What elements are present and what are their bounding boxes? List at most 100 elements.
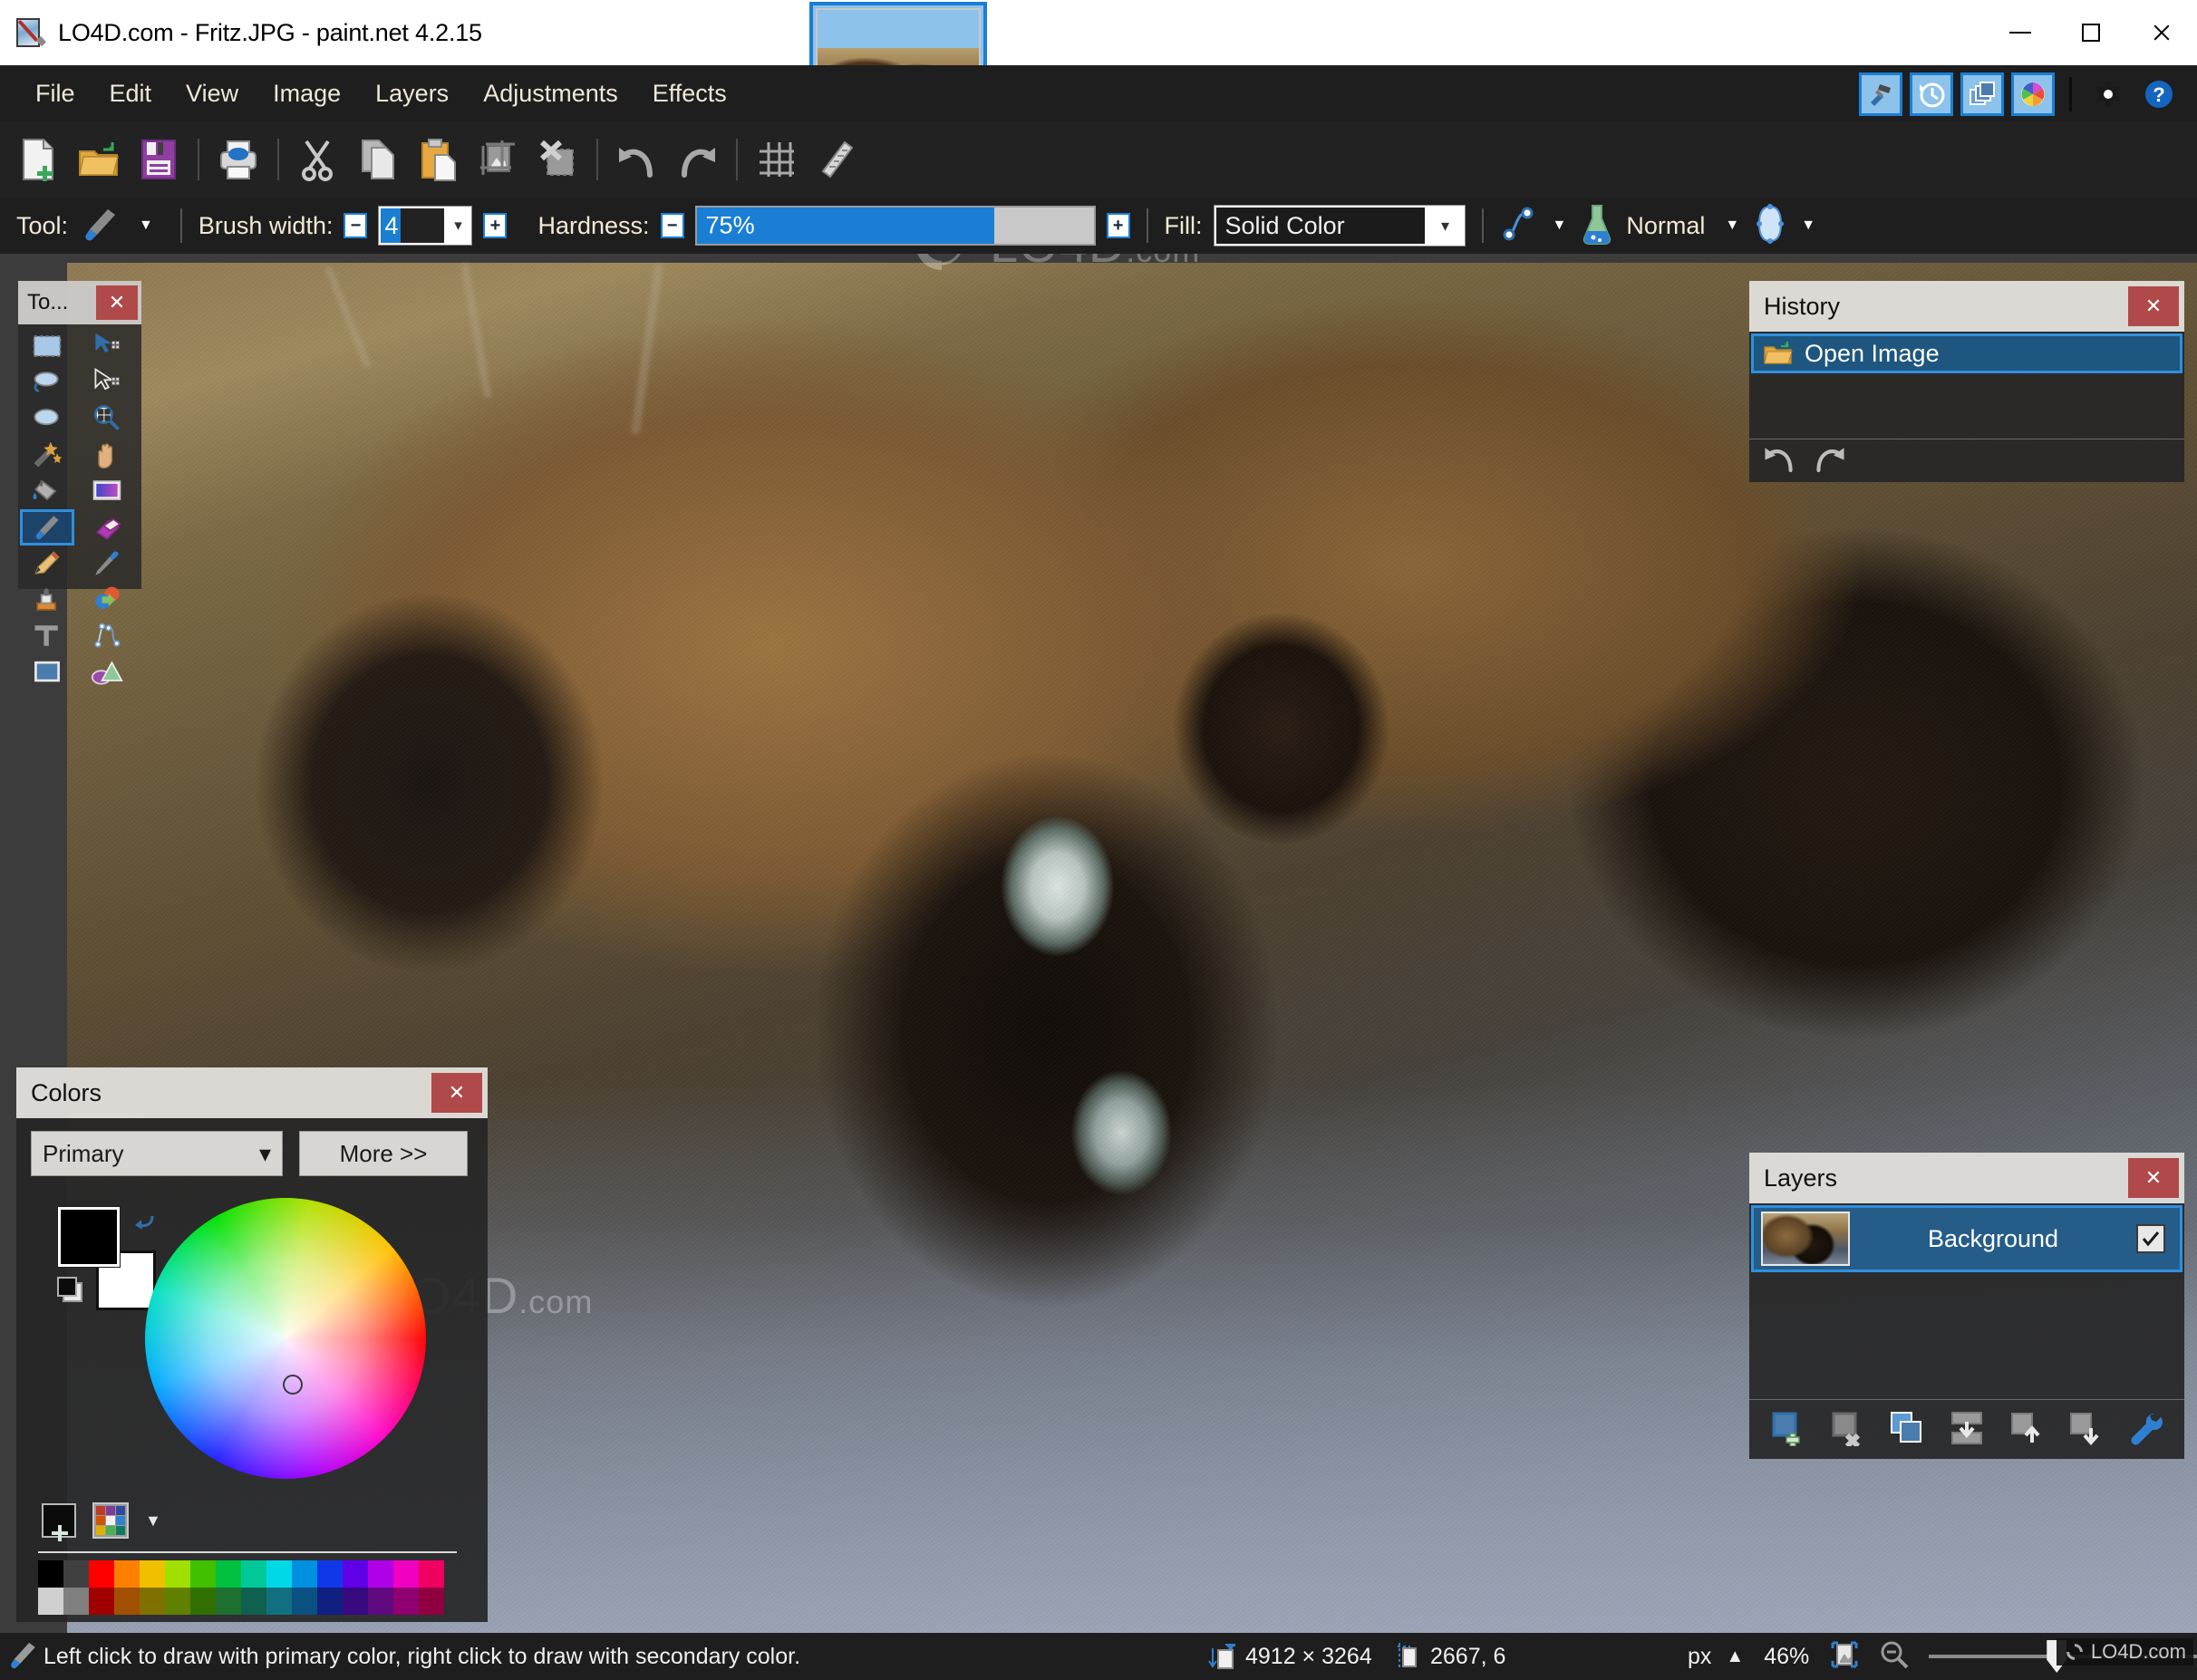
undo-button[interactable] [609, 130, 665, 188]
tool-dropdown-caret[interactable]: ▼ [139, 217, 153, 234]
palette-swatch[interactable] [63, 1560, 89, 1588]
paint-bucket-tool[interactable] [20, 473, 74, 509]
history-item-open-image[interactable]: Open Image [1751, 333, 2182, 373]
cut-button[interactable] [290, 130, 346, 188]
palette-swatch[interactable] [368, 1588, 393, 1615]
palette-swatch[interactable] [266, 1588, 292, 1615]
shapes-tool[interactable] [80, 654, 134, 690]
colors-panel-header[interactable]: Colors ✕ [16, 1067, 488, 1118]
paintbrush-tool[interactable] [20, 509, 74, 546]
add-swatch-icon[interactable] [42, 1503, 76, 1541]
history-undo-button[interactable] [1760, 440, 1800, 479]
chevron-down-icon[interactable]: ▾ [259, 1140, 271, 1168]
settings-button[interactable] [2086, 72, 2130, 116]
brush-width-decrease[interactable]: − [344, 213, 368, 238]
palette-swatch[interactable] [266, 1560, 292, 1588]
zoom-level[interactable]: 46% [1764, 1644, 1809, 1670]
gradient-tool[interactable] [80, 473, 134, 509]
chevron-down-icon[interactable]: ▾ [444, 207, 472, 245]
palette-swatch[interactable] [216, 1560, 241, 1588]
palette-swatch[interactable] [38, 1588, 63, 1615]
palette-swatch[interactable] [165, 1588, 190, 1615]
palette-swatch[interactable] [419, 1588, 444, 1615]
maximize-button[interactable] [2056, 0, 2126, 65]
layer-visibility-checkbox[interactable] [2136, 1224, 2165, 1253]
palette-swatch[interactable] [317, 1588, 343, 1615]
history-toggle[interactable] [1910, 72, 1953, 116]
palette-swatch[interactable] [190, 1560, 216, 1588]
palette-swatch[interactable] [140, 1588, 165, 1615]
color-picker-tool[interactable] [80, 546, 134, 582]
toggle-rulers-button[interactable] [808, 130, 865, 188]
tools-panel-close[interactable]: ✕ [96, 285, 138, 320]
fill-select[interactable]: Solid Color ▾ [1213, 205, 1466, 246]
ellipse-select-tool[interactable] [20, 401, 74, 437]
palette-swatch[interactable] [393, 1560, 419, 1588]
fit-to-window-button[interactable] [1829, 1639, 1860, 1675]
hardness-slider[interactable]: 75% [694, 206, 1096, 246]
magic-wand-tool[interactable] [20, 437, 74, 473]
menu-image[interactable]: Image [256, 74, 358, 113]
lasso-select-tool[interactable] [20, 364, 74, 401]
palette-icon[interactable] [92, 1502, 129, 1539]
palette-dropdown-caret[interactable]: ▼ [145, 1511, 161, 1530]
recolor-tool[interactable] [80, 582, 134, 618]
print-button[interactable] [210, 130, 266, 188]
color-wheel-cursor[interactable] [283, 1375, 303, 1395]
hardness-increase[interactable]: + [1106, 213, 1130, 238]
palette-swatch[interactable] [393, 1588, 419, 1615]
menu-adjustments[interactable]: Adjustments [466, 74, 635, 113]
history-panel-header[interactable]: History ✕ [1749, 281, 2184, 332]
palette-swatch[interactable] [241, 1560, 266, 1588]
brush-width-increase[interactable]: + [483, 213, 508, 238]
palette-swatch[interactable] [190, 1588, 216, 1615]
line-curve-tool[interactable] [80, 618, 134, 654]
palette-swatch[interactable] [89, 1560, 114, 1588]
delete-layer-button[interactable] [1827, 1407, 1869, 1449]
sampling-caret[interactable]: ▼ [1801, 217, 1815, 234]
rectangle-shape-tool[interactable] [20, 654, 74, 690]
chevron-down-icon[interactable]: ▾ [1427, 217, 1465, 236]
palette-swatch[interactable] [165, 1560, 190, 1588]
history-panel-close[interactable]: ✕ [2128, 286, 2179, 326]
redo-button[interactable] [669, 130, 725, 188]
close-button[interactable] [2126, 0, 2197, 65]
move-selected-tool[interactable] [80, 328, 134, 364]
palette-swatch[interactable] [89, 1588, 114, 1615]
rectangle-select-tool[interactable] [20, 328, 74, 364]
palette-swatch[interactable] [114, 1560, 140, 1588]
move-selection-tool[interactable] [80, 364, 134, 401]
palette-swatch[interactable] [216, 1588, 241, 1615]
sampling-button[interactable] [1750, 203, 1790, 249]
tools-toggle[interactable] [1859, 72, 1902, 116]
duplicate-layer-button[interactable] [1886, 1407, 1928, 1449]
units-caret[interactable]: ▲ [1726, 1646, 1744, 1667]
move-layer-up-button[interactable] [2006, 1407, 2047, 1449]
palette-swatch[interactable] [343, 1560, 368, 1588]
antialiasing-caret[interactable]: ▼ [1553, 217, 1567, 234]
move-layer-down-button[interactable] [2065, 1407, 2106, 1449]
palette-swatch[interactable] [38, 1560, 63, 1588]
menu-effects[interactable]: Effects [635, 74, 744, 113]
palette-swatch[interactable] [317, 1560, 343, 1588]
antialiasing-button[interactable] [1500, 204, 1542, 248]
layers-toggle[interactable] [1960, 72, 2004, 116]
deselect-button[interactable] [529, 130, 586, 188]
more-colors-button[interactable]: More >> [299, 1131, 468, 1176]
history-redo-button[interactable] [1809, 440, 1849, 479]
color-mode-select[interactable]: Primary ▾ [31, 1131, 283, 1176]
palette-swatch[interactable] [114, 1588, 140, 1615]
colors-panel-close[interactable]: ✕ [431, 1073, 482, 1113]
brush-width-input[interactable]: 4 ▾ [378, 206, 473, 246]
zoom-tool[interactable] [80, 401, 134, 437]
blend-mode-caret[interactable]: ▼ [1725, 217, 1739, 234]
color-wheel[interactable] [145, 1198, 426, 1479]
clone-stamp-tool[interactable] [20, 582, 74, 618]
active-tool-icon[interactable] [79, 204, 119, 248]
tools-panel-header[interactable]: To... ✕ [18, 281, 141, 324]
palette-swatch[interactable] [63, 1588, 89, 1615]
layer-row[interactable]: Background [1751, 1205, 2182, 1272]
palette-swatch[interactable] [292, 1560, 317, 1588]
save-image-button[interactable] [131, 130, 187, 188]
palette-swatch[interactable] [241, 1588, 266, 1615]
